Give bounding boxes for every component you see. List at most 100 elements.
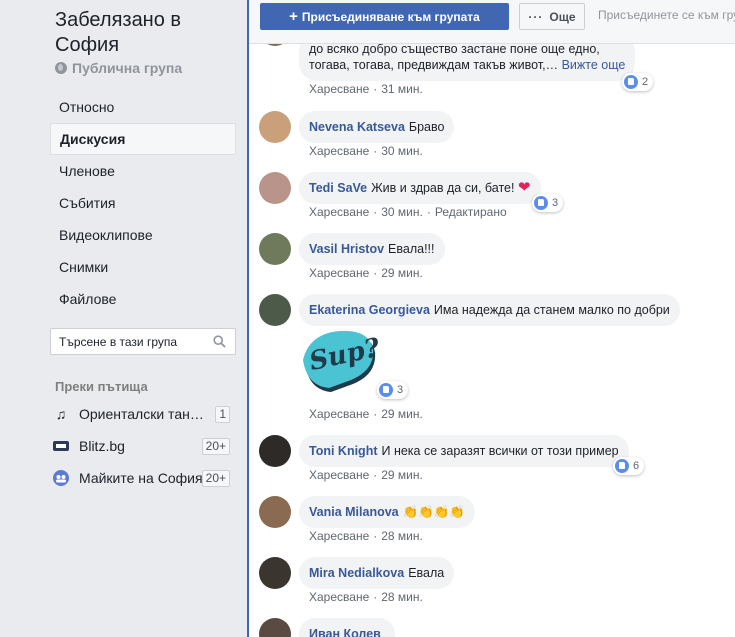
comment-text: тогава, тогава, предвиждам такъв живот,… bbox=[309, 58, 559, 72]
comment-meta: Харесване · 30 мин. · Редактирано bbox=[309, 205, 507, 219]
like-link[interactable]: Харесване bbox=[309, 82, 369, 96]
sup-sticker[interactable]: Sup? bbox=[301, 328, 382, 394]
group-action-bar: + Присъединяване към групата ··· Още При… bbox=[249, 0, 735, 44]
like-link[interactable]: Харесване bbox=[309, 266, 369, 280]
search-icon[interactable] bbox=[213, 335, 226, 348]
reaction-number: 3 bbox=[552, 197, 559, 209]
comment-time[interactable]: 29 мин. bbox=[381, 407, 423, 421]
group-title[interactable]: Забелязано в София bbox=[55, 8, 240, 58]
more-label: Още bbox=[549, 9, 576, 24]
comment-bubble: Mira Nedialkova Евала bbox=[299, 557, 455, 589]
comment-text: Браво bbox=[408, 120, 445, 134]
nav-item-members[interactable]: Членове bbox=[50, 155, 236, 187]
commenter-name[interactable]: Иван Колев bbox=[309, 627, 381, 637]
group-icon bbox=[53, 470, 69, 486]
reaction-number: 6 bbox=[633, 460, 640, 472]
edited-label[interactable]: Редактирано bbox=[435, 205, 507, 219]
reaction-count[interactable]: 3 bbox=[377, 381, 409, 399]
nav-item-events[interactable]: Събития bbox=[50, 187, 236, 219]
comment-time[interactable]: 28 мин. bbox=[381, 529, 423, 543]
shortcut-label: Ориенталски танци … bbox=[79, 406, 207, 422]
commenter-name[interactable]: Vania Milanova bbox=[309, 505, 399, 519]
shortcut-item[interactable]: ♫ Ориенталски танци … 1 bbox=[53, 402, 233, 426]
comment-time[interactable]: 30 мин. bbox=[381, 205, 423, 219]
group-privacy: Публична група bbox=[55, 60, 182, 76]
group-search bbox=[50, 328, 236, 355]
more-button[interactable]: ··· Още bbox=[519, 3, 585, 30]
comment-text: И нека се заразят всички от този пример bbox=[381, 444, 619, 458]
shortcut-item[interactable]: Blitz.bg 20+ bbox=[53, 434, 233, 458]
comment-time[interactable]: 31 мин. bbox=[381, 82, 423, 96]
comment-time[interactable]: 29 мин. bbox=[381, 468, 423, 482]
commenter-name[interactable]: Nevena Katseva bbox=[309, 120, 405, 134]
comment-meta: Харесване · 28 мин. bbox=[309, 590, 423, 604]
comment-time[interactable]: 28 мин. bbox=[381, 590, 423, 604]
like-link[interactable]: Харесване bbox=[309, 407, 369, 421]
group-nav: Относно Дискусия Членове Събития Видеокл… bbox=[50, 91, 236, 315]
blitz-logo-icon bbox=[53, 438, 69, 454]
clapping-hands-emoji: 👏👏👏👏 bbox=[402, 505, 465, 519]
shortcut-item[interactable]: Майките на София 20+ bbox=[53, 466, 233, 490]
commenter-name[interactable]: Ekaterina Georgieva bbox=[309, 303, 430, 317]
comment-meta: Харесване · 29 мин. bbox=[309, 407, 423, 421]
avatar[interactable] bbox=[259, 557, 291, 589]
shortcut-label: Blitz.bg bbox=[79, 438, 125, 454]
nav-item-files[interactable]: Файлове bbox=[50, 283, 236, 315]
like-icon bbox=[615, 459, 629, 473]
avatar[interactable] bbox=[259, 294, 291, 326]
commenter-name[interactable]: Tedi SaVe bbox=[309, 181, 367, 195]
comment-text: Жив и здрав да си, бате! bbox=[371, 181, 515, 195]
join-group-label: Присъединяване към групата bbox=[301, 9, 480, 24]
sidebar: Забелязано в София Публична група Относн… bbox=[0, 0, 247, 637]
nav-item-discussion[interactable]: Дискусия bbox=[50, 123, 236, 155]
reaction-count[interactable]: 2 bbox=[622, 73, 654, 91]
shortcuts-title: Преки пътища bbox=[55, 379, 148, 394]
globe-icon bbox=[55, 62, 67, 74]
shortcut-count-badge: 1 bbox=[215, 405, 230, 423]
comment-meta: Харесване · 28 мин. bbox=[309, 529, 423, 543]
reaction-number: 3 bbox=[397, 384, 404, 396]
join-group-button[interactable]: + Присъединяване към групата bbox=[260, 3, 509, 30]
nav-item-about[interactable]: Относно bbox=[50, 91, 236, 123]
comment-time[interactable]: 29 мин. bbox=[381, 266, 423, 280]
like-icon bbox=[534, 196, 548, 210]
plus-icon: + bbox=[289, 8, 298, 25]
heart-emoji: ❤ bbox=[517, 179, 531, 196]
comment-meta: Харесване · 30 мин. bbox=[309, 144, 423, 158]
commenter-name[interactable]: Vasil Hristov bbox=[309, 242, 384, 256]
see-more-link[interactable]: Вижте още bbox=[562, 58, 626, 72]
comment-time[interactable]: 30 мин. bbox=[381, 144, 423, 158]
comment-bubble: Vania Milanova 👏👏👏👏 bbox=[299, 496, 475, 528]
join-hint-text: Присъединете се към групата bbox=[598, 8, 735, 22]
avatar[interactable] bbox=[259, 233, 291, 265]
avatar[interactable] bbox=[259, 496, 291, 528]
comment-bubble: Ekaterina Georgieva Има надежда да станем… bbox=[299, 294, 680, 326]
nav-item-photos[interactable]: Снимки bbox=[50, 251, 236, 283]
comment-text: Евала!!! bbox=[388, 242, 435, 256]
comment-meta: Харесване · 29 мин. bbox=[309, 266, 423, 280]
like-link[interactable]: Харесване bbox=[309, 590, 369, 604]
commenter-name[interactable]: Mira Nedialkova bbox=[309, 566, 404, 580]
reaction-count[interactable]: 6 bbox=[613, 457, 645, 475]
like-link[interactable]: Харесване bbox=[309, 529, 369, 543]
comment-meta: Харесване · 29 мин. bbox=[309, 468, 423, 482]
comment-text: Има надежда да станем малко по добри bbox=[433, 303, 670, 317]
avatar[interactable] bbox=[259, 111, 291, 143]
group-privacy-label: Публична група bbox=[72, 60, 183, 76]
avatar[interactable] bbox=[259, 172, 291, 204]
like-icon bbox=[379, 383, 393, 397]
like-link[interactable]: Харесване bbox=[309, 205, 369, 219]
nav-item-videos[interactable]: Видеоклипове bbox=[50, 219, 236, 251]
group-search-input[interactable] bbox=[51, 334, 201, 349]
like-icon bbox=[624, 75, 638, 89]
comment-text: Евала bbox=[408, 566, 445, 580]
reaction-number: 2 bbox=[642, 76, 649, 88]
commenter-name[interactable]: Toni Knight bbox=[309, 444, 378, 458]
reaction-count[interactable]: 3 bbox=[532, 194, 564, 212]
avatar[interactable] bbox=[259, 618, 291, 637]
avatar[interactable] bbox=[259, 435, 291, 467]
comment-bubble: Nevena Katseva Браво bbox=[299, 111, 455, 143]
comment-bubble: Иван Колев bbox=[299, 618, 395, 637]
like-link[interactable]: Харесване bbox=[309, 468, 369, 482]
like-link[interactable]: Харесване bbox=[309, 144, 369, 158]
